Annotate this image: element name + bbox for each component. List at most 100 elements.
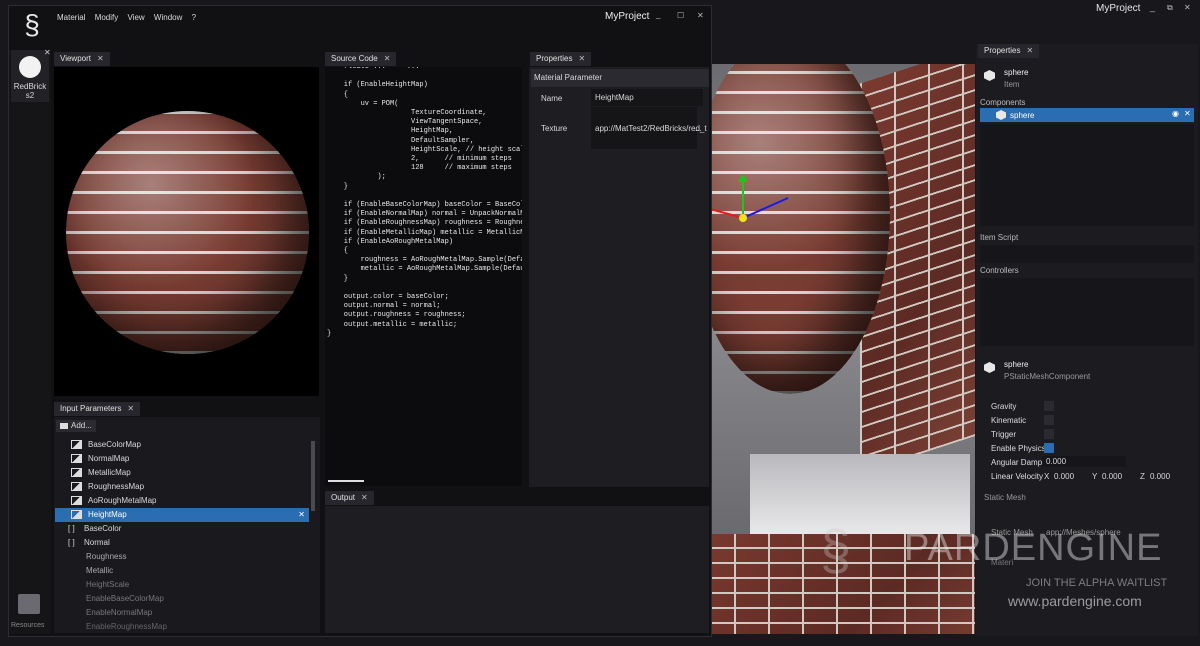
- eye-icon[interactable]: ◉: [1172, 109, 1179, 118]
- image-icon: [71, 468, 82, 478]
- image-icon: [71, 440, 82, 450]
- code-line: {: [327, 247, 349, 256]
- code-line: if (EnableMetallicMap) metallic = Metall…: [343, 228, 522, 237]
- list-item[interactable]: Roughness: [55, 550, 309, 564]
- list-item[interactable]: [ ] BaseColor: [55, 522, 309, 536]
- close-icon[interactable]: ✕: [127, 404, 134, 413]
- lv-z-value[interactable]: 0.000: [1150, 472, 1170, 481]
- close-icon[interactable]: ✕: [361, 493, 368, 502]
- menu-view[interactable]: View: [127, 13, 144, 22]
- window-title: MyProject: [605, 11, 650, 22]
- list-item[interactable]: NormalMap: [55, 452, 309, 466]
- resources-icon[interactable]: [18, 594, 40, 614]
- close-button[interactable]: ✕: [697, 11, 704, 20]
- tab-right-properties[interactable]: Properties ✕: [978, 44, 1040, 58]
- list-item[interactable]: MetallicMap: [55, 466, 309, 480]
- bg-minimize-button[interactable]: _: [1150, 2, 1155, 12]
- item-type: Item: [1004, 80, 1020, 89]
- add-label: Add...: [71, 421, 92, 430]
- scrollbar[interactable]: [311, 441, 315, 511]
- material-preview[interactable]: [54, 67, 319, 396]
- list-item[interactable]: EnableBaseColorMap: [55, 592, 309, 606]
- menu-window[interactable]: Window: [154, 13, 182, 22]
- close-icon[interactable]: ✕: [298, 508, 305, 522]
- controllers-label: Controllers: [980, 266, 1019, 275]
- name-field[interactable]: HeightMap: [591, 89, 703, 106]
- menu-bar: Material Modify View Window ?: [57, 13, 196, 22]
- close-icon[interactable]: ✕: [1184, 109, 1191, 118]
- doc-tab-label: RedBricks2: [13, 82, 47, 100]
- list-item[interactable]: HeightScale: [55, 578, 309, 592]
- texture-browse-button[interactable]: ...: [695, 124, 702, 133]
- param-label: HeightScale: [86, 580, 130, 589]
- resources-label[interactable]: Resources: [11, 622, 44, 629]
- param-label: EnableNormalMap: [86, 608, 153, 617]
- mesh-type: PStaticMeshComponent: [1004, 372, 1091, 381]
- doc-tab-redbricks2[interactable]: RedBricks2 ✕: [11, 48, 51, 102]
- watermark-url: www.pardengine.com: [1008, 593, 1142, 609]
- code-line: metallic = AoRoughMetalMap.Sample(Defaul…: [360, 265, 522, 274]
- angular-damping-field[interactable]: 0.000: [1042, 456, 1126, 467]
- component-row-sphere[interactable]: sphere ◉ ✕: [980, 108, 1194, 122]
- param-label: EnableRoughnessMap: [86, 622, 167, 631]
- close-icon[interactable]: ✕: [44, 48, 51, 57]
- maximize-button[interactable]: ☐: [677, 11, 684, 20]
- param-label: Metallic: [86, 566, 114, 575]
- code-line: output.normal = normal;: [327, 302, 441, 311]
- tab-properties[interactable]: Properties ✕: [530, 52, 592, 66]
- header-label: Material Parameter: [534, 73, 603, 82]
- item-script-field[interactable]: [980, 245, 1194, 263]
- lv-y-value[interactable]: 0.000: [1102, 472, 1122, 481]
- gravity-checkbox[interactable]: [1044, 401, 1054, 411]
- close-icon[interactable]: ✕: [97, 54, 104, 63]
- horizontal-scrollbar[interactable]: [328, 480, 364, 482]
- menu-modify[interactable]: Modify: [95, 13, 119, 22]
- code-line: if (EnableNormalMap) normal = UnpackNorm…: [343, 210, 522, 219]
- code-line: }: [327, 329, 332, 338]
- list-item[interactable]: BaseColorMap: [55, 438, 309, 452]
- material-sphere-icon: [19, 56, 41, 78]
- code-line: ViewTangentSpace,: [327, 118, 483, 127]
- close-icon[interactable]: ✕: [1026, 46, 1033, 55]
- list-item[interactable]: EnableNormalMap: [55, 606, 309, 620]
- components-label: Components: [980, 98, 1026, 107]
- tab-source-code[interactable]: Source Code ✕: [325, 52, 397, 66]
- sidebar: RedBricks2 ✕ Resources: [9, 48, 51, 634]
- gravity-label: Gravity: [991, 402, 1017, 411]
- input-parameters-panel: Add... BaseColorMap NormalMap MetallicMa…: [54, 417, 320, 633]
- watermark-logo: PARDENGINE: [904, 527, 1163, 569]
- trigger-checkbox[interactable]: [1044, 429, 1054, 439]
- list-item[interactable]: [ ] Normal: [55, 536, 309, 550]
- transform-gizmo[interactable]: [710, 174, 790, 234]
- minimize-button[interactable]: _: [656, 10, 660, 19]
- texture-field[interactable]: app://MatTest2/RedBricks/red_t: [591, 107, 707, 149]
- lv-y-label: Y: [1092, 472, 1098, 481]
- app-logo-icon: §: [24, 9, 40, 40]
- list-item[interactable]: EnableRoughnessMap: [55, 620, 309, 634]
- code-editor[interactable]: float3 ... ... if (EnableHeightMap) { uv…: [325, 67, 522, 486]
- code-line: if (EnableAoRoughMetalMap): [327, 237, 454, 246]
- tab-input-parameters[interactable]: Input Parameters ✕: [54, 402, 141, 416]
- close-icon[interactable]: ✕: [384, 54, 391, 63]
- list-item[interactable]: RoughnessMap: [55, 480, 309, 494]
- close-icon[interactable]: ✕: [578, 54, 585, 63]
- name-label: Name: [541, 94, 563, 103]
- tab-output[interactable]: Output ✕: [325, 491, 374, 505]
- texture-value: app://MatTest2/RedBricks/red_t: [595, 124, 707, 133]
- angular-damping-value: 0.000: [1046, 457, 1067, 466]
- menu-material[interactable]: Material: [57, 13, 85, 22]
- kinematic-label: Kinematic: [991, 416, 1027, 425]
- lv-x-value[interactable]: 0.000: [1054, 472, 1074, 481]
- add-button[interactable]: Add...: [56, 420, 96, 432]
- bg-maximize-button[interactable]: ⧉: [1167, 3, 1173, 13]
- tab-viewport[interactable]: Viewport ✕: [54, 52, 110, 66]
- enable-physics-checkbox[interactable]: [1044, 443, 1054, 453]
- list-item-selected[interactable]: HeightMap ✕: [55, 508, 309, 522]
- bg-close-button[interactable]: ✕: [1184, 3, 1191, 12]
- list-item[interactable]: Metallic: [55, 564, 309, 578]
- image-icon: [71, 482, 82, 492]
- kinematic-checkbox[interactable]: [1044, 415, 1054, 425]
- menu-help[interactable]: ?: [192, 13, 196, 22]
- list-item[interactable]: AoRoughMetalMap: [55, 494, 309, 508]
